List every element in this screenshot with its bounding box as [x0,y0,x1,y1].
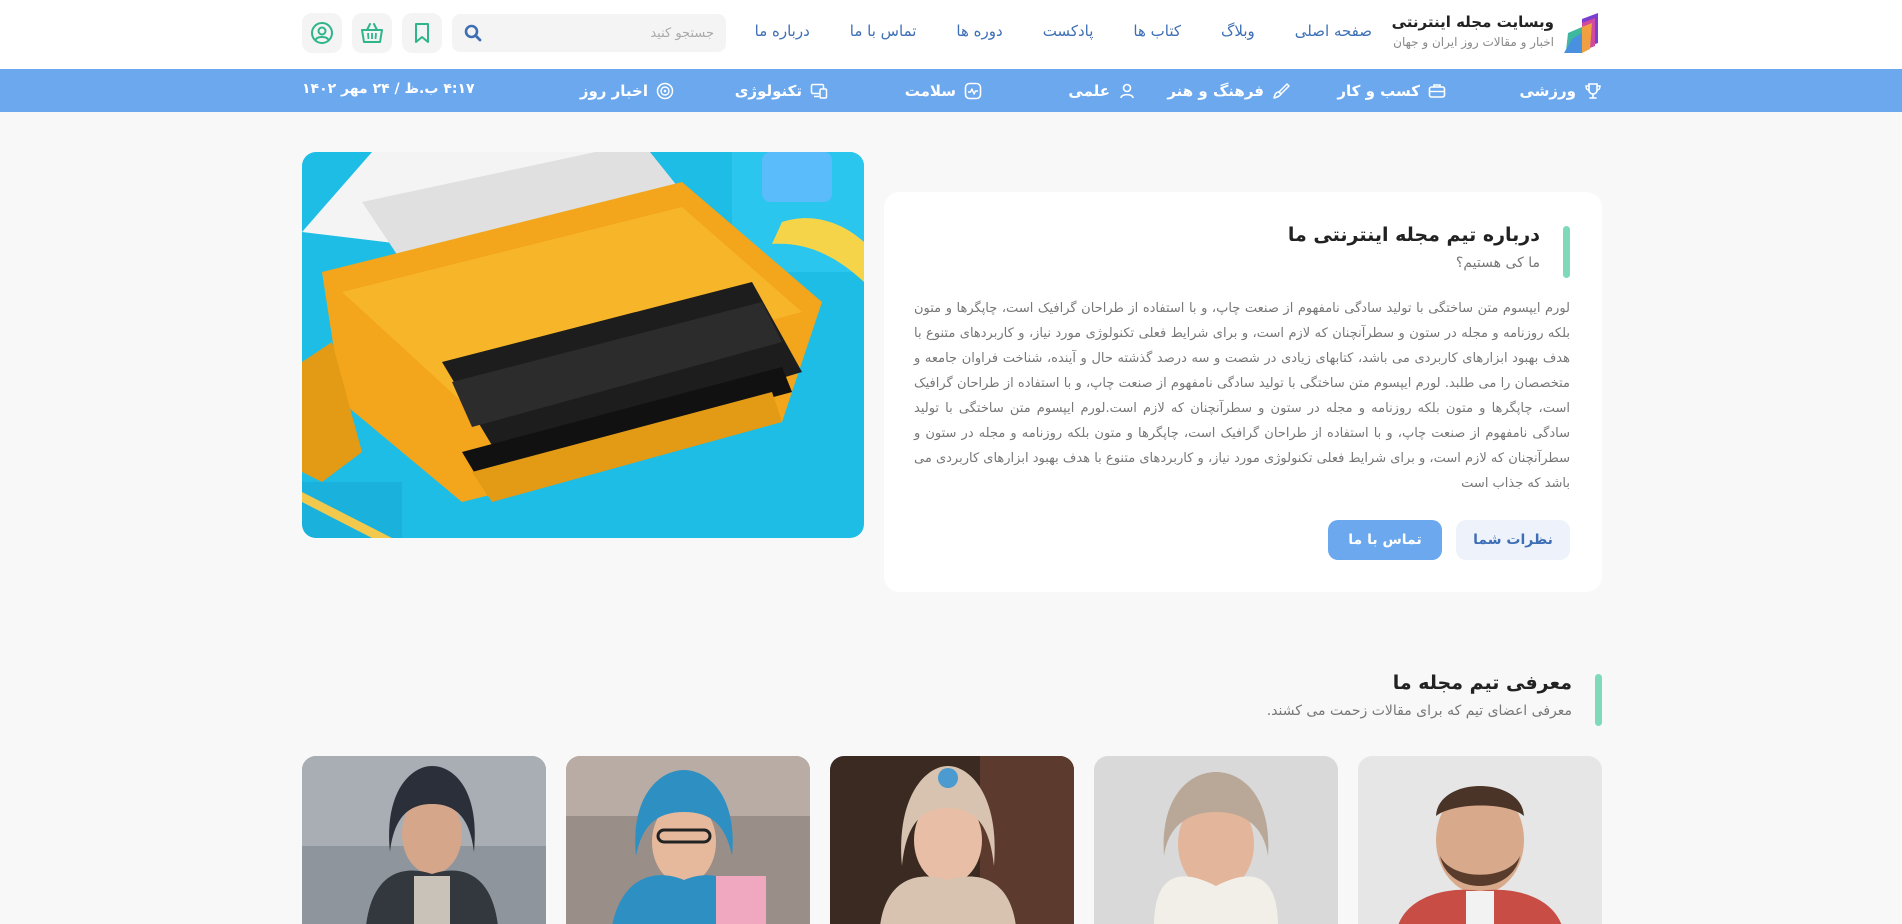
cart-button[interactable] [352,13,392,53]
search-input[interactable] [504,14,714,52]
about-title-accent [1563,226,1570,278]
logo-subtitle: اخبار و مقالات روز ایران و جهان [1393,35,1554,49]
site-header: وبسایت مجله اینترنتی اخبار و مقالات روز … [0,0,1902,69]
nav-item-about[interactable]: درباره ما [755,22,810,40]
person-icon [1120,83,1134,98]
nav-item-podcast[interactable]: پادکست [1043,22,1094,40]
category-health[interactable]: سلامت [905,69,982,112]
bookmark-button[interactable] [402,13,442,53]
current-datetime: ۴:۱۷ ب.ظ / ۲۴ مهر ۱۴۰۲ [302,81,475,97]
category-culture-art[interactable]: فرهنگ و هنر [1167,69,1290,112]
nav-item-home[interactable]: صفحه اصلی [1295,22,1372,40]
category-science[interactable]: علمی [1068,69,1136,112]
nav-item-contact[interactable]: تماس با ما [850,22,917,40]
trophy-icon [1585,82,1601,99]
site-logo[interactable]: وبسایت مجله اینترنتی اخبار و مقالات روز … [1382,11,1602,57]
nav-item-courses[interactable]: دوره ها [956,22,1002,40]
logo-book-icon [1564,13,1598,53]
category-label: ورزشی [1519,81,1576,100]
category-label: علمی [1068,81,1110,100]
category-label: اخبار روز [579,81,648,100]
category-label: کسب و کار [1337,81,1420,100]
nav-item-blog[interactable]: وبلاگ [1221,22,1255,40]
contact-us-button[interactable]: تماس با ما [1328,520,1442,560]
about-subtitle: ما کی هستیم؟ [1455,255,1540,271]
team-title: معرفی تیم مجله ما [1392,672,1572,694]
heart-icon [964,82,982,99]
your-comments-button[interactable]: نظرات شما [1456,520,1570,560]
typewriter-image [302,152,864,538]
team-title-accent [1595,674,1602,726]
category-technology[interactable]: تکنولوژی [735,69,828,112]
category-sports[interactable]: ورزشی [1519,69,1602,112]
about-card: درباره تیم مجله اینترنتی ما ما کی هستیم؟… [884,192,1602,592]
basket-icon [361,23,383,43]
category-label: فرهنگ و هنر [1167,81,1264,100]
category-business[interactable]: کسب و کار [1337,69,1446,112]
user-icon [311,22,333,44]
search-box [452,14,726,52]
team-member-photo[interactable] [566,756,810,924]
bookmark-icon [415,23,429,43]
category-daily-news[interactable]: اخبار روز [580,69,674,112]
team-member-photo[interactable] [302,756,546,924]
about-body: لورم ایپسوم متن ساختگی با تولید سادگی نا… [914,301,1570,491]
team-member-photo[interactable] [1358,756,1602,924]
about-title: درباره تیم مجله اینترنتی ما [1287,224,1540,246]
news-icon [656,82,674,99]
category-label: سلامت [904,81,956,100]
team-member-photo[interactable] [830,756,1074,924]
category-bar: ورزشی کسب و کار فرهنگ و هنر علمی سلامت ت… [0,69,1902,112]
briefcase-icon [1428,83,1446,98]
nav-item-books[interactable]: کتاب ها [1133,22,1181,40]
category-label: تکنولوژی [734,81,802,100]
devices-icon [810,83,828,99]
logo-title: وبسایت مجله اینترنتی [1391,13,1554,31]
brush-icon [1273,82,1290,99]
team-member-photo[interactable] [1094,756,1338,924]
search-icon[interactable] [462,22,484,44]
team-subtitle: معرفی اعضای تیم که برای مقالات زحمت می ک… [1266,703,1572,719]
profile-button[interactable] [302,13,342,53]
main-nav: صفحه اصلی وبلاگ کتاب ها پادکست دوره ها ت… [755,0,1372,62]
